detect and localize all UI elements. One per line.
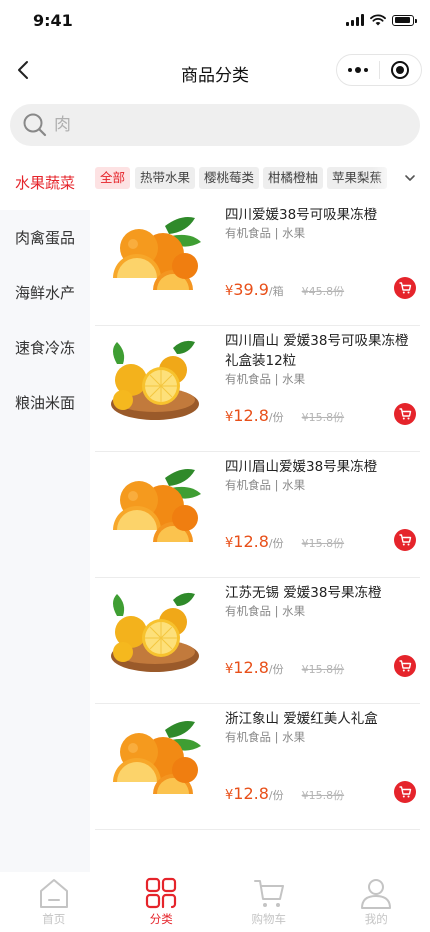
cart-icon (399, 534, 412, 546)
price-currency: ¥ (225, 788, 234, 803)
tab-category[interactable]: 分类 (108, 872, 216, 932)
home-icon (39, 879, 68, 908)
product-list: 四川爱媛38号可吸果冻橙 有机食品 | 水果 ¥ 39.9 /箱 ¥45.8份 (95, 200, 420, 830)
sidebar-item-seafood[interactable]: 海鲜水产 (0, 265, 90, 320)
bottom-tab-bar: 首页 分类 购物车 我的 (0, 872, 430, 932)
nav-bar: 商品分类 (0, 46, 430, 96)
product-card[interactable]: 江苏无锡 爱媛38号果冻橙 有机食品 | 水果 ¥ 12.8 /份 ¥15.8份 (95, 578, 420, 704)
tab-label: 首页 (42, 912, 66, 926)
category-icon (146, 877, 177, 909)
product-name: 江苏无锡 爱媛38号果冻橙 (225, 585, 382, 601)
cart-icon (399, 282, 412, 294)
orange-image (113, 721, 201, 794)
product-name: 四川眉山爱媛38号果冻橙 (225, 459, 378, 475)
price-unit: /份 (268, 537, 284, 550)
tag-cherries-berries[interactable]: 樱桃莓类 (199, 167, 260, 189)
price-value: 12.8 (233, 784, 269, 803)
price-currency: ¥ (225, 536, 234, 551)
cart-icon (399, 408, 412, 420)
tab-home[interactable]: 首页 (0, 872, 108, 932)
user-icon (361, 879, 392, 909)
original-price: ¥15.8份 (301, 411, 345, 424)
orange-bowl-image (111, 592, 199, 672)
status-time: 9:41 (33, 11, 73, 30)
search-input[interactable] (52, 114, 396, 136)
sidebar-item-meat-eggs[interactable]: 肉禽蛋品 (0, 210, 90, 265)
sidebar-item-fruits-vegetables[interactable]: 水果蔬菜 (0, 155, 90, 210)
product-card[interactable]: 四川眉山爱媛38号果冻橙 有机食品 | 水果 ¥ 12.8 /份 ¥15.8份 (95, 452, 420, 578)
price-unit: /份 (268, 663, 284, 676)
price-value: 39.9 (233, 280, 269, 299)
cart-icon (399, 660, 412, 672)
original-price: ¥45.8份 (301, 285, 345, 298)
add-to-cart-button[interactable] (394, 403, 416, 425)
chevron-down-icon[interactable] (402, 170, 418, 186)
orange-bowl-image (111, 340, 199, 420)
original-price: ¥15.8份 (301, 789, 345, 802)
signal-icon (346, 14, 364, 26)
tab-cart[interactable]: 购物车 (215, 872, 323, 932)
original-price: ¥15.8份 (301, 663, 345, 676)
price-value: 12.8 (233, 658, 269, 677)
product-card[interactable]: 四川爱媛38号可吸果冻橙 有机食品 | 水果 ¥ 39.9 /箱 ¥45.8份 (95, 200, 420, 326)
more-button[interactable] (337, 55, 379, 85)
mini-program-capsule (336, 54, 422, 86)
tag-all[interactable]: 全部 (95, 167, 131, 189)
product-card[interactable]: 浙江象山 爱媛红美人礼盒 有机食品 | 水果 ¥ 12.8 /份 ¥15.8份 (95, 704, 420, 830)
category-sidebar: 水果蔬菜 肉禽蛋品 海鲜水产 速食冷冻 粮油米面 (0, 155, 90, 875)
more-dots-icon (348, 67, 368, 73)
price-unit: /份 (268, 789, 284, 802)
product-meta: 有机食品 | 水果 (225, 372, 306, 386)
tab-label: 分类 (149, 912, 173, 926)
cart-icon (253, 880, 284, 907)
sidebar-item-frozen-food[interactable]: 速食冷冻 (0, 320, 90, 375)
product-meta: 有机食品 | 水果 (225, 478, 306, 492)
wifi-icon (370, 14, 386, 26)
battery-icon (392, 14, 417, 26)
cart-icon (399, 786, 412, 798)
price-value: 12.8 (233, 406, 269, 425)
product-name: 浙江象山 爱媛红美人礼盒 (225, 711, 378, 727)
price-currency: ¥ (225, 662, 234, 677)
add-to-cart-button[interactable] (394, 529, 416, 551)
search-bar[interactable] (10, 104, 420, 146)
price-unit: /箱 (268, 285, 284, 298)
tab-label: 购物车 (251, 912, 287, 926)
price-currency: ¥ (225, 284, 234, 299)
product-meta: 有机食品 | 水果 (225, 604, 306, 618)
add-to-cart-button[interactable] (394, 781, 416, 803)
product-meta: 有机食品 | 水果 (225, 226, 306, 240)
search-icon (23, 113, 47, 137)
price-unit: /份 (268, 411, 284, 424)
product-meta: 有机食品 | 水果 (225, 730, 306, 744)
tab-profile[interactable]: 我的 (323, 872, 430, 932)
subcategory-tags: 全部 热带水果 樱桃莓类 柑橘橙柚 苹果梨蕉 (95, 167, 430, 191)
close-button[interactable] (380, 55, 421, 85)
tags-fade (372, 167, 402, 191)
product-name: 四川爱媛38号可吸果冻橙 (225, 207, 378, 223)
original-price: ¥15.8份 (301, 537, 345, 550)
price-currency: ¥ (225, 410, 234, 425)
sidebar-item-grain-oil[interactable]: 粮油米面 (0, 375, 90, 430)
tag-tropical-fruit[interactable]: 热带水果 (135, 167, 196, 189)
orange-image (113, 469, 201, 542)
price-value: 12.8 (233, 532, 269, 551)
price-row: ¥ 39.9 /箱 ¥45.8份 (225, 280, 344, 299)
status-bar: 9:41 (0, 0, 430, 46)
target-close-icon (391, 61, 410, 79)
price-row: ¥ 12.8 /份 ¥15.8份 (225, 532, 344, 551)
orange-image (113, 217, 201, 290)
add-to-cart-button[interactable] (394, 277, 416, 299)
tag-citrus[interactable]: 柑橘橙柚 (263, 167, 324, 189)
add-to-cart-button[interactable] (394, 655, 416, 677)
product-card[interactable]: 四川眉山 爱媛38号可吸果冻橙礼盒装12粒 有机食品 | 水果 ¥ 12.8 /… (95, 326, 420, 452)
product-name: 四川眉山 爱媛38号可吸果冻橙礼盒装12粒 (225, 333, 409, 369)
price-row: ¥ 12.8 /份 ¥15.8份 (225, 784, 344, 803)
status-icons (346, 14, 417, 26)
price-row: ¥ 12.8 /份 ¥15.8份 (225, 406, 344, 425)
price-row: ¥ 12.8 /份 ¥15.8份 (225, 658, 344, 677)
tab-label: 我的 (364, 912, 388, 926)
